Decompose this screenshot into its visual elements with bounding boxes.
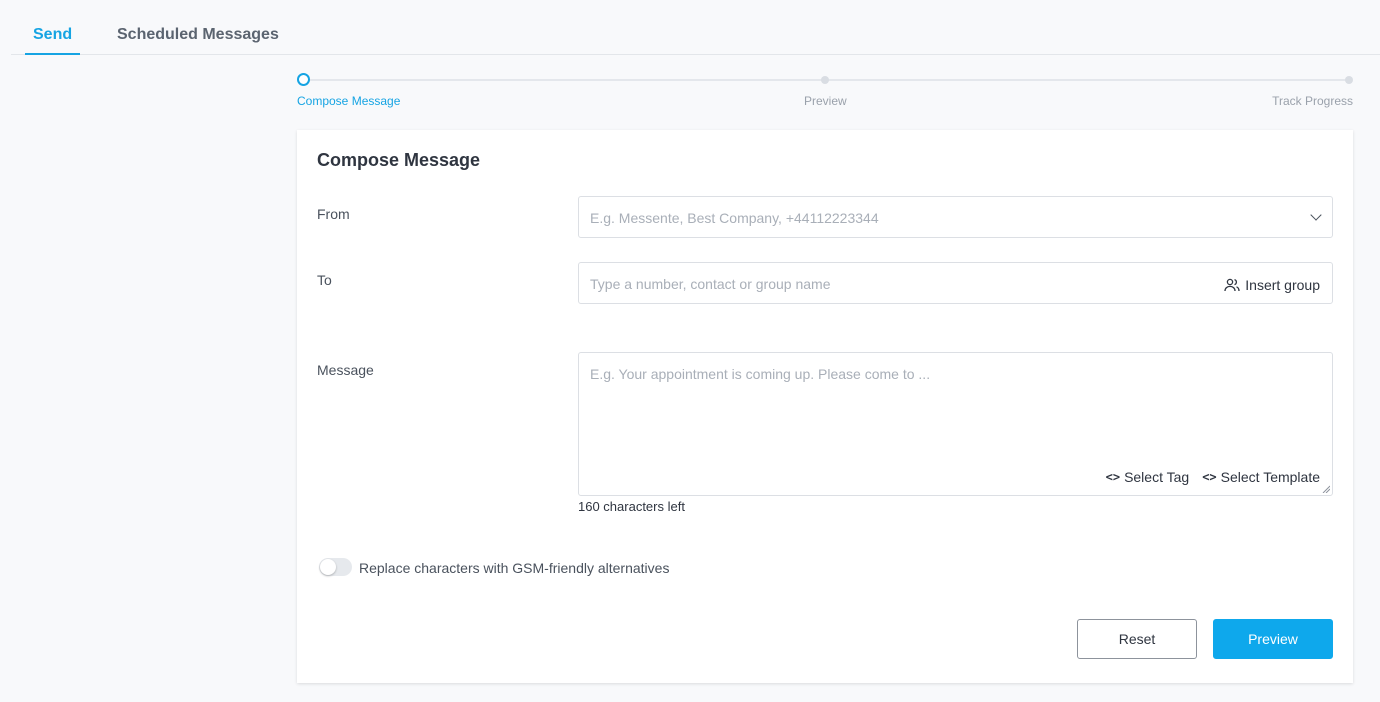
tab-scheduled-messages[interactable]: Scheduled Messages [117,25,279,55]
characters-left: 160 characters left [578,499,685,514]
select-tag-label: Select Tag [1124,469,1190,485]
message-textarea[interactable]: E.g. Your appointment is coming up. Plea… [578,352,1333,496]
chevron-down-icon[interactable] [1310,209,1322,221]
gsm-toggle[interactable] [319,558,352,576]
to-input[interactable]: Type a number, contact or group name Ins… [578,262,1333,304]
tab-send[interactable]: Send [24,25,81,55]
tab-bar: Send Scheduled Messages [11,0,1380,55]
select-template-label: Select Template [1220,469,1320,485]
resize-handle-icon[interactable] [1322,485,1330,493]
insert-group-button[interactable]: Insert group [1224,277,1320,293]
from-select[interactable]: E.g. Messente, Best Company, +4411222334… [578,196,1333,238]
step-preview-label: Preview [804,94,847,108]
from-label: From [317,206,350,222]
code-icon: <> [1105,470,1121,484]
card-title: Compose Message [317,150,481,170]
code-icon: <> [1202,470,1217,484]
from-placeholder: E.g. Messente, Best Company, +4411222334… [590,210,879,226]
compose-card: Compose Message From E.g. Messente, Best… [297,130,1353,683]
insert-group-label: Insert group [1245,277,1320,293]
progress-stepper: Compose Message Preview Track Progress [297,72,1353,112]
step-compose-dot [297,73,310,86]
to-label: To [317,272,332,288]
message-actions: <> Select Tag <> Select Template [1106,469,1320,485]
step-compose-label: Compose Message [297,94,401,108]
message-label: Message [317,362,374,378]
message-placeholder: E.g. Your appointment is coming up. Plea… [590,366,931,382]
gsm-toggle-label: Replace characters with GSM-friendly alt… [359,560,670,576]
step-preview-dot [821,76,829,84]
reset-button[interactable]: Reset [1077,619,1197,659]
select-tag-button[interactable]: <> Select Tag [1106,469,1190,485]
preview-button[interactable]: Preview [1213,619,1333,659]
select-template-button[interactable]: <> Select Template [1202,469,1320,485]
users-icon [1224,278,1240,292]
step-track-dot [1345,76,1353,84]
to-placeholder: Type a number, contact or group name [590,276,831,292]
step-track-label: Track Progress [1272,94,1353,108]
